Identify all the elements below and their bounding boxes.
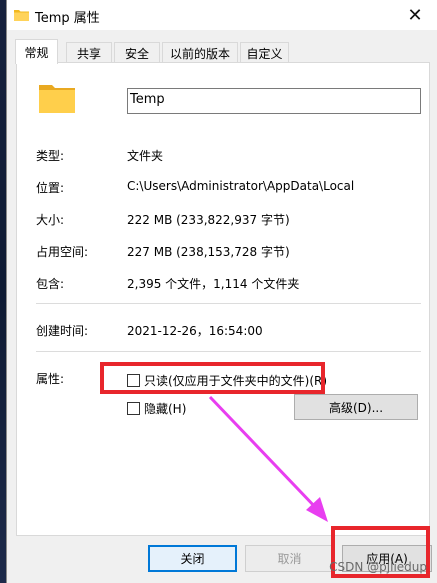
tab-general[interactable]: 常规 [15, 39, 58, 64]
annotation-arrow [208, 395, 328, 522]
watermark: CSDN @pjliedup [329, 560, 427, 574]
